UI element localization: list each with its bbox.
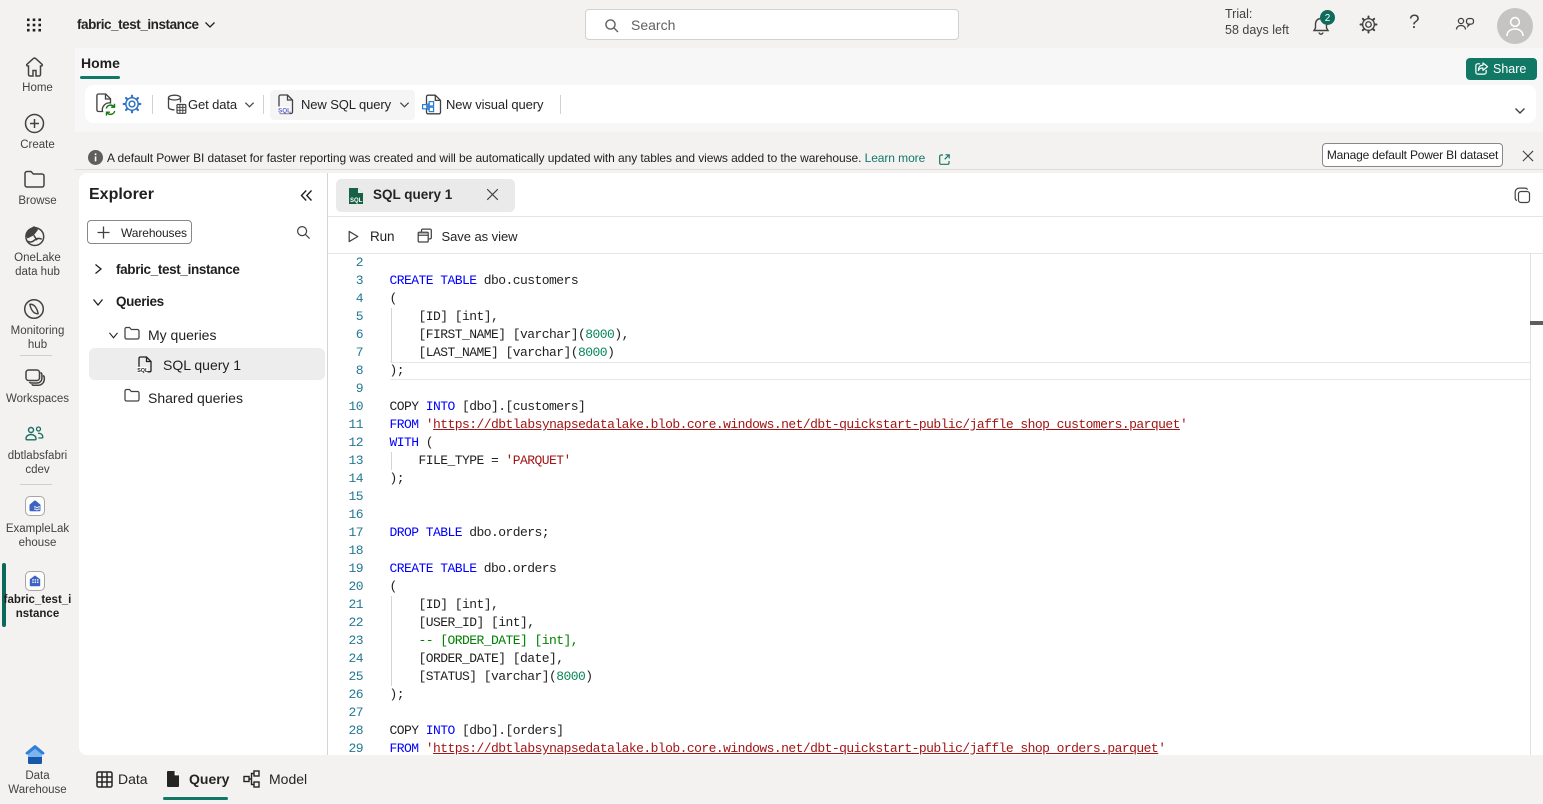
svg-text:SQL: SQL — [278, 107, 291, 114]
svg-text:2: 2 — [1325, 13, 1331, 24]
svg-text:SQL: SQL — [137, 368, 149, 373]
svg-text:SQL: SQL — [350, 198, 363, 204]
